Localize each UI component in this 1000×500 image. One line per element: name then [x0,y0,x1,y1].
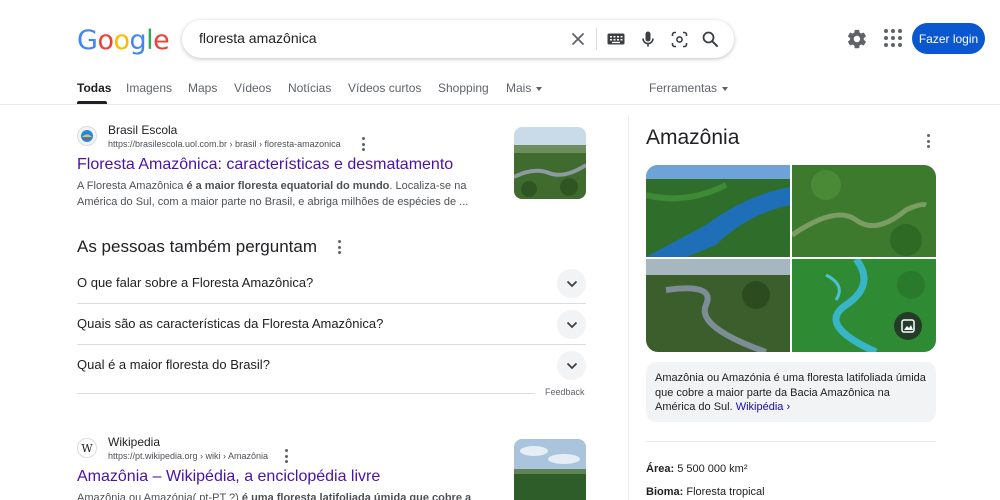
logo-letter: l [146,25,154,56]
google-logo[interactable]: Google [77,25,170,56]
kp-description-text: Amazônia ou Amazónia é uma floresta lati… [655,372,926,413]
chevron-down-icon[interactable] [557,310,586,339]
kp-divider [628,115,629,500]
paa-question-text: Quais são as características da Floresta… [77,316,384,331]
snippet-bold: é a maior floresta equatorial do mundo [186,180,390,192]
lens-icon[interactable] [669,29,689,49]
image-gallery-icon[interactable] [894,312,922,340]
tab-videos[interactable]: Vídeos [234,81,271,95]
kp-description: Amazônia ou Amazónia é uma floresta lati… [646,362,936,422]
tools-label: Ferramentas [649,81,718,95]
result-url[interactable]: https://pt.wikipedia.org › wiki › Amazôn… [108,451,268,461]
fact-value: 5 500 000 km² [677,463,748,475]
gear-icon[interactable] [846,28,868,50]
chevron-down-icon[interactable] [557,269,586,298]
paa-question[interactable]: O que falar sobre a Floresta Amazônica? [77,263,586,304]
brasil-escola-favicon-icon[interactable] [77,126,97,146]
paa-question[interactable]: Quais são as características da Floresta… [77,304,586,345]
search-divider [596,28,597,50]
paa-question-text: O que falar sobre a Floresta Amazônica? [77,275,314,290]
kp-image [790,165,936,257]
fact-label[interactable]: Área: [646,463,674,475]
snippet-bold: é uma floresta latifoliada úmida que cob… [241,492,472,500]
result-title-link[interactable]: Floresta Amazônica: características e de… [77,156,453,174]
fact-value[interactable]: Floresta tropical [686,486,764,498]
logo-letter: o [113,25,130,56]
search-input[interactable]: floresta amazônica [199,30,317,46]
kp-image [646,259,790,352]
paa-question[interactable]: Qual é a maior floresta do Brasil? [77,345,586,386]
feedback-link[interactable]: Feedback [545,387,585,397]
kp-image [646,165,790,257]
wikipedia-favicon-icon[interactable]: W [77,438,97,458]
more-options-icon[interactable] [337,240,341,254]
result-snippet: A Floresta Amazônica é a maior floresta … [77,178,477,210]
keyboard-icon[interactable] [606,29,626,49]
kp-fact-area: Área: 5 500 000 km² [646,463,748,475]
clear-icon[interactable] [568,29,588,49]
tab-shopping[interactable]: Shopping [438,81,489,95]
tab-mais[interactable]: Mais [506,81,543,95]
caret-down-icon [722,86,729,91]
result-thumbnail[interactable] [514,127,586,199]
kp-image-grid[interactable] [646,165,936,352]
tab-noticias[interactable]: Notícias [288,81,331,95]
result-site-name[interactable]: Brasil Escola [108,123,177,137]
logo-letter: o [97,25,114,56]
result-snippet: Amazônia ou Amazónia( pt-PT ?) é uma flo… [77,490,477,500]
kp-fact-bioma: Bioma: Floresta tropical [646,486,765,498]
wikipedia-link[interactable]: Wikipédia › [736,401,790,413]
tab-videos-curtos[interactable]: Vídeos curtos [348,81,421,95]
paa-question-text: Qual é a maior floresta do Brasil? [77,357,270,372]
snippet-text: Amazônia ou Amazónia( pt-PT ?) [77,492,242,500]
search-icon[interactable] [700,29,720,49]
more-options-icon[interactable] [361,137,365,151]
result-site-name[interactable]: Wikipedia [108,435,160,449]
fact-label[interactable]: Bioma: [646,486,683,498]
tab-todas[interactable]: Todas [77,81,111,95]
login-button[interactable]: Fazer login [912,23,985,54]
paa-divider [77,393,535,394]
tools-button[interactable]: Ferramentas [649,81,729,95]
snippet-text: A Floresta Amazônica [77,180,187,192]
microphone-icon[interactable] [638,29,658,49]
result-title-link[interactable]: Amazônia – Wikipédia, a enciclopédia liv… [77,468,380,486]
result-thumbnail[interactable] [514,439,586,500]
active-tab-indicator [77,101,107,104]
apps-grid-icon[interactable] [884,29,902,47]
more-options-icon[interactable] [284,449,288,463]
result-url[interactable]: https://brasilescola.uol.com.br › brasil… [108,139,341,149]
tab-mais-label: Mais [506,81,532,95]
kp-separator [646,441,936,442]
tab-imagens[interactable]: Imagens [126,81,172,95]
logo-letter: G [77,25,98,56]
search-box[interactable]: floresta amazônica [182,20,734,58]
tab-maps[interactable]: Maps [188,81,217,95]
caret-down-icon [536,86,543,91]
kp-title: Amazônia [646,126,740,149]
chevron-down-icon[interactable] [557,351,586,380]
paa-heading: As pessoas também perguntam [77,237,318,256]
logo-letter: g [129,25,147,56]
search-tabs: Todas Imagens Maps Vídeos Notícias Vídeo… [0,76,1000,105]
logo-letter: e [153,25,170,56]
more-options-icon[interactable] [926,134,930,148]
